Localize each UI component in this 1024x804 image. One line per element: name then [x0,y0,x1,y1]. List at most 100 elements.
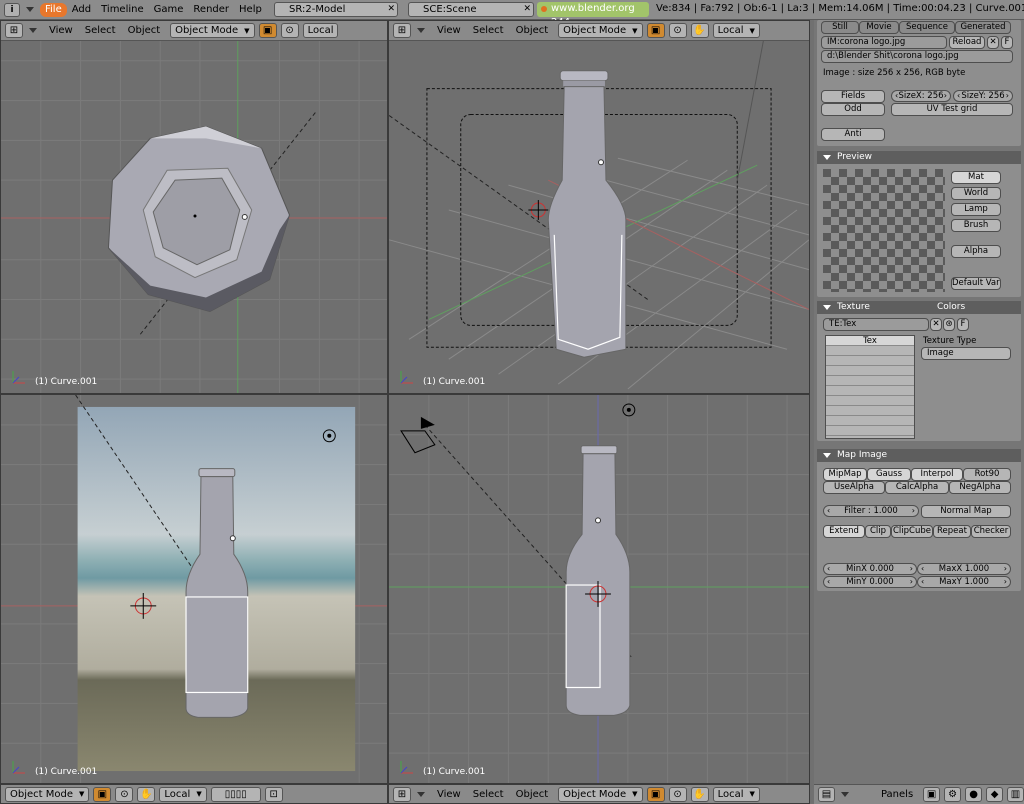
preview-panel-header[interactable]: Preview [817,151,1021,164]
pivot-icon[interactable]: ⊙ [668,786,687,802]
menu-collapse-icon[interactable] [26,7,34,12]
orientation-selector[interactable]: Local ▼ [159,786,207,802]
pivot-icon[interactable]: ⊙ [115,786,134,802]
tab-sequence[interactable]: Sequence [899,21,955,34]
filter-field[interactable]: Filter : 1.000 [823,505,919,517]
header-collapse-icon[interactable] [29,28,37,33]
texture-type-select[interactable]: Image [921,347,1011,360]
scene-selector[interactable]: SCE:Scene ✕ [408,2,534,17]
normal-map-toggle[interactable]: Normal Map [921,505,1011,518]
image-path-field[interactable]: d:\Blender Shit\corona logo.jpg [821,50,1013,63]
gauss-toggle[interactable]: Gauss [867,468,911,481]
mode-selector[interactable]: Object Mode ▼ [558,23,643,38]
usealpha-toggle[interactable]: UseAlpha [823,481,885,494]
menu-view[interactable]: View [431,25,467,36]
tab-still[interactable]: Still [821,21,859,34]
uv-test-grid-toggle[interactable]: UV Test grid [891,103,1013,116]
pivot-icon[interactable]: ⊙ [280,23,299,38]
unlink-texture-icon[interactable]: ✕ [930,318,942,331]
hand-icon[interactable]: ✋ [690,786,709,802]
view-type-icon[interactable]: ⊞ [393,23,411,38]
hand-icon[interactable]: ✋ [690,23,709,38]
mipmap-toggle[interactable]: MipMap [823,468,867,481]
tab-generated[interactable]: Generated [955,21,1011,34]
reload-button[interactable]: Reload [949,36,985,49]
screen-close-icon[interactable]: ✕ [387,4,395,14]
orientation-selector[interactable]: Local ▼ [712,786,760,802]
preview-brush-button[interactable]: Brush [951,219,1001,232]
draw-type-icon[interactable]: ▣ [93,786,112,802]
pivot-icon[interactable]: ⊙ [668,23,687,38]
screen-selector[interactable]: SR:2-Model ✕ [274,2,398,17]
minx-field[interactable]: MinX 0.000 [823,563,917,575]
texture-slot-active[interactable]: Tex [826,336,914,346]
menu-select[interactable]: Select [467,25,510,36]
image-name-field[interactable]: IM:corona logo.jpg [821,36,947,49]
preview-lamp-button[interactable]: Lamp [951,203,1001,216]
sizey-field[interactable]: SizeY: 256 [953,90,1013,102]
draw-type-icon[interactable]: ▣ [646,23,665,38]
script-context-icon[interactable]: ⚙ [944,787,962,802]
layer-buttons[interactable]: ▯▯▯▯ [210,786,261,802]
preview-alpha-button[interactable]: Alpha [951,245,1001,258]
checker-button[interactable]: Checker [971,525,1011,538]
header-collapse-icon[interactable] [417,791,425,797]
preview-world-button[interactable]: World [951,187,1001,200]
viewport-top-right[interactable]: ⊞ View Select Object Object Mode ▼ ▣ ⊙ ✋ … [388,20,810,394]
texture-slot-list[interactable]: Tex [825,335,915,439]
orientation-selector[interactable]: Local [302,23,339,38]
interpol-toggle[interactable]: Interpol [911,468,963,481]
menu-view[interactable]: View [431,789,467,800]
menu-object[interactable]: Object [122,25,167,36]
view-type-icon[interactable]: ⊞ [5,23,23,38]
menu-object[interactable]: Object [510,25,555,36]
header-collapse-icon[interactable] [417,28,425,33]
fields-toggle[interactable]: Fields [821,90,885,103]
draw-type-icon[interactable]: ▣ [646,786,665,802]
clipcube-button[interactable]: ClipCube [891,525,933,538]
view-type-icon[interactable]: ⊞ [393,786,411,802]
draw-type-icon[interactable]: ▣ [258,23,277,38]
menu-select[interactable]: Select [467,789,510,800]
menu-render[interactable]: Render [188,3,234,17]
default-vars-button[interactable]: Default Vars [951,277,1001,290]
lock-icon[interactable]: ⊡ [264,786,283,802]
menu-file[interactable]: File [40,2,67,17]
object-context-icon[interactable]: ◆ [986,787,1004,802]
panels-menu[interactable]: Panels [875,789,919,800]
anti-toggle[interactable]: Anti [821,128,885,141]
menu-view[interactable]: View [43,25,79,36]
maxy-field[interactable]: MaxY 1.000 [917,576,1011,588]
window-type-icon[interactable]: ▤ [818,787,835,802]
odd-toggle[interactable]: Odd [821,103,885,116]
viewport-top-left[interactable]: ⊞ View Select Object Object Mode ▼ ▣ ⊙ Lo… [0,20,388,394]
viewport-bottom-left[interactable]: (1) Curve.001 [0,394,388,784]
texture-name-field[interactable]: TE:Tex [823,318,929,331]
tab-movie[interactable]: Movie [859,21,899,34]
logic-context-icon[interactable]: ▣ [923,787,941,802]
menu-timeline[interactable]: Timeline [96,3,149,17]
sizex-field[interactable]: SizeX: 256 [891,90,951,102]
menu-add[interactable]: Add [67,3,96,17]
shading-context-icon[interactable]: ● [965,787,983,802]
viewport-bottom-right[interactable]: (1) Curve.001 [388,394,810,784]
menu-game[interactable]: Game [149,3,189,17]
mode-selector[interactable]: Object Mode ▼ [5,786,90,802]
info-window-icon[interactable]: i [4,2,20,17]
menu-object[interactable]: Object [510,789,555,800]
tab-colors[interactable]: Colors [937,301,965,314]
tab-texture[interactable]: Texture [837,301,925,314]
negalpha-toggle[interactable]: NegAlpha [949,481,1011,494]
repeat-button[interactable]: Repeat [933,525,971,538]
miny-field[interactable]: MinY 0.000 [823,576,917,588]
calcalpha-toggle[interactable]: CalcAlpha [885,481,949,494]
orientation-selector[interactable]: Local ▼ [712,23,760,38]
editing-context-icon[interactable]: ▥ [1007,787,1024,802]
browse-texture-icon[interactable]: ⊛ [943,318,955,331]
unlink-image-icon[interactable]: ✕ [987,36,999,49]
preview-mat-button[interactable]: Mat [951,171,1001,184]
extend-button[interactable]: Extend [823,525,865,538]
clip-button[interactable]: Clip [865,525,891,538]
menu-select[interactable]: Select [79,25,122,36]
mode-selector[interactable]: Object Mode ▼ [170,23,255,38]
